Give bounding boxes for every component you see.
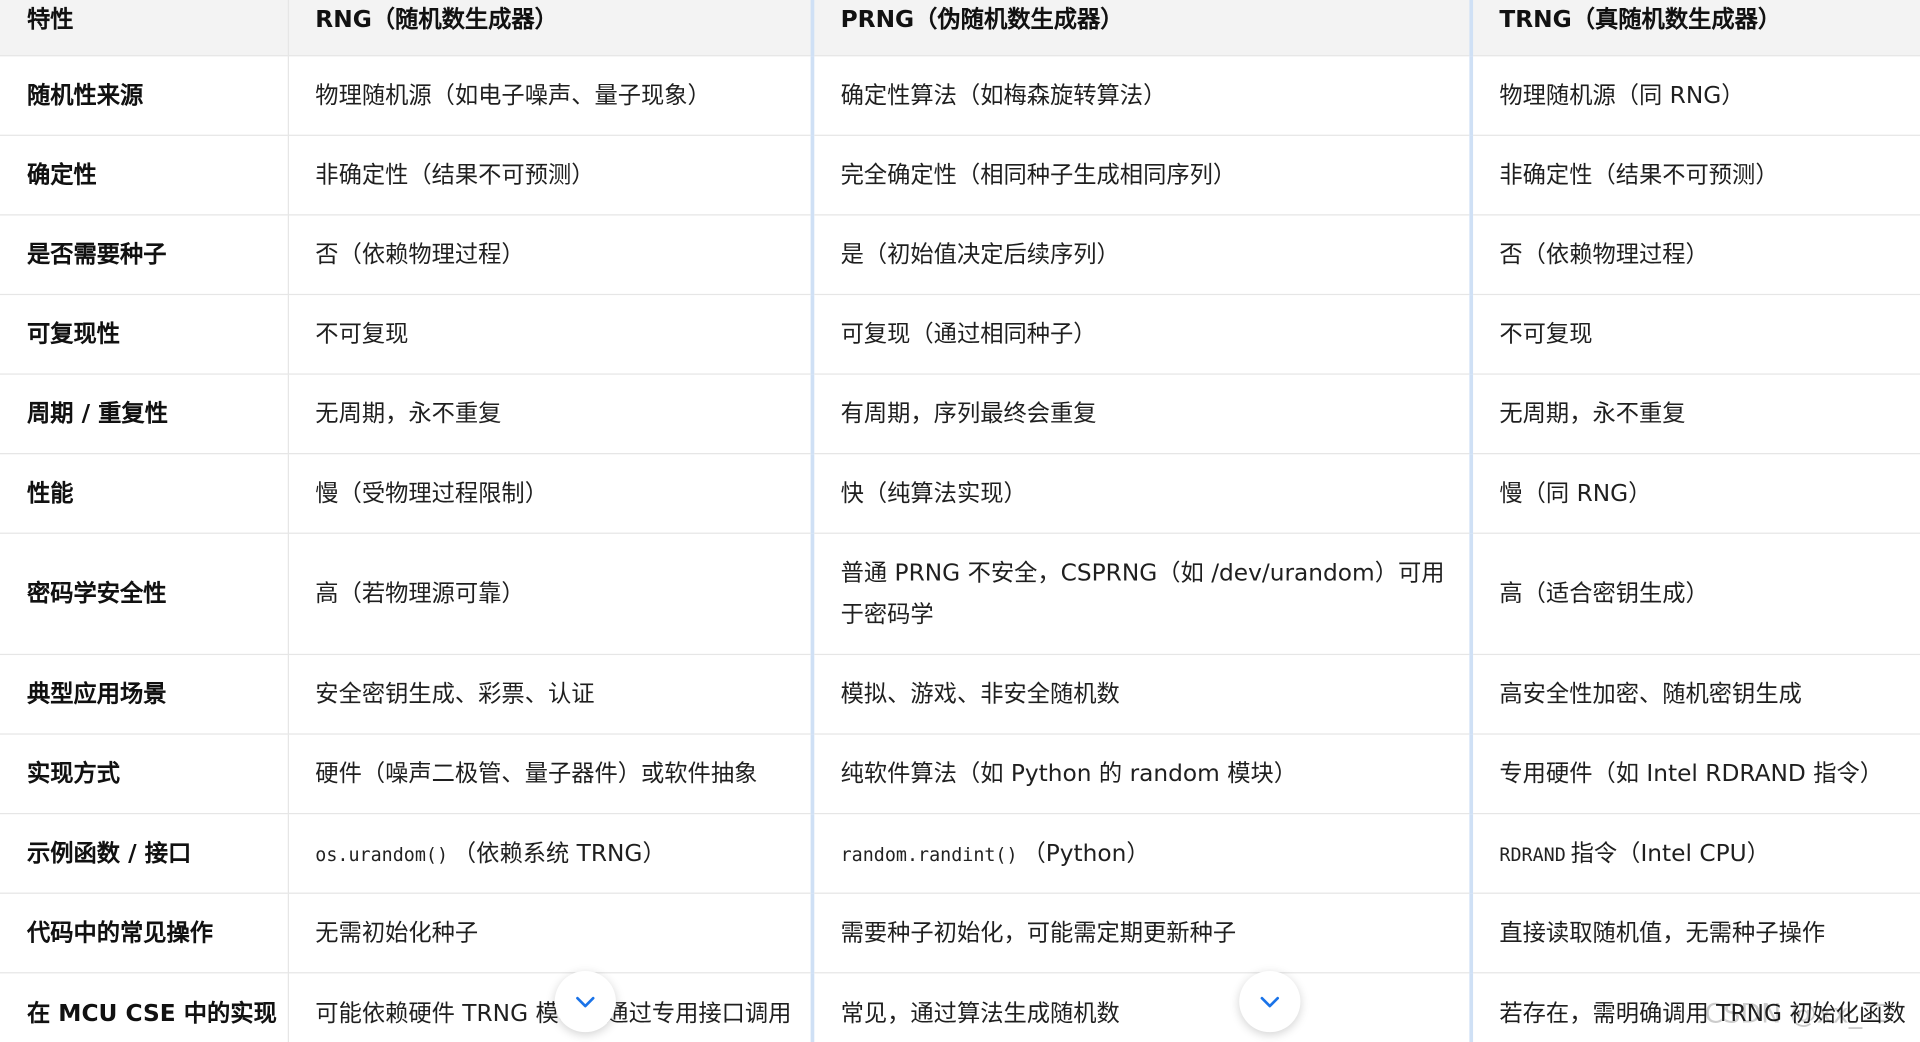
table-row: 是否需要种子 否（依赖物理过程） 是（初始值决定后续序列） 否（依赖物理过程）	[0, 214, 1920, 296]
row-trng: 直接读取随机值，无需种子操作	[1470, 893, 1920, 974]
row-rng: 硬件（噪声二极管、量子器件）或软件抽象	[287, 734, 814, 815]
trng-code: RDRAND	[1499, 842, 1566, 866]
table-row: 示例函数 / 接口 os.urandom() （依赖系统 TRNG） random…	[0, 813, 1920, 894]
table-row: 实现方式 硬件（噪声二极管、量子器件）或软件抽象 纯软件算法（如 Python …	[0, 734, 1920, 815]
scroll-down-button[interactable]	[1239, 970, 1301, 1033]
content-frame: 特性 RNG（随机数生成器） PRNG（伪随机数生成器） TRNG（真随机数生成…	[0, 0, 1920, 1042]
table-row: 确定性 非确定性（结果不可预测） 完全确定性（相同种子生成相同序列） 非确定性（…	[0, 135, 1920, 216]
row-trng: 慢（同 RNG）	[1470, 453, 1920, 534]
table-row: 周期 / 重复性 无周期，永不重复 有周期，序列最终会重复 无周期，永不重复	[0, 374, 1920, 455]
row-trng: 不可复现	[1470, 294, 1920, 375]
scroll-down-button[interactable]	[554, 970, 616, 1033]
row-trng: 专用硬件（如 Intel RDRAND 指令）	[1470, 734, 1920, 815]
row-prng: 常见，通过算法生成随机数	[811, 972, 1473, 1042]
table-row: 代码中的常见操作 无需初始化种子 需要种子初始化，可能需定期更新种子 直接读取随…	[0, 893, 1920, 974]
chevron-down-icon	[576, 996, 595, 1008]
rng-code: os.urandom()	[315, 842, 449, 866]
comparison-table: 特性 RNG（随机数生成器） PRNG（伪随机数生成器） TRNG（真随机数生成…	[0, 0, 1920, 1042]
row-trng: 非确定性（结果不可预测）	[1470, 135, 1920, 216]
row-rng: 安全密钥生成、彩票、认证	[287, 654, 814, 735]
row-trng: 高（适合密钥生成）	[1470, 533, 1920, 656]
row-prng: 是（初始值决定后续序列）	[811, 214, 1473, 296]
row-trng: 高安全性加密、随机密钥生成	[1470, 654, 1920, 735]
row-prng: 可复现（通过相同种子）	[811, 294, 1473, 375]
table-row: 随机性来源 物理随机源（如电子噪声、量子现象） 确定性算法（如梅森旋转算法） 物…	[0, 55, 1920, 136]
row-rng: 物理随机源（如电子噪声、量子现象）	[287, 55, 814, 136]
row-rng: 高（若物理源可靠）	[287, 533, 814, 656]
row-rng: os.urandom() （依赖系统 TRNG）	[287, 813, 814, 894]
row-prng: 有周期，序列最终会重复	[811, 374, 1473, 455]
row-feature: 周期 / 重复性	[0, 374, 289, 455]
row-prng: 快（纯算法实现）	[811, 453, 1473, 534]
row-prng: 模拟、游戏、非安全随机数	[811, 654, 1473, 735]
row-feature: 性能	[0, 453, 289, 534]
row-feature: 典型应用场景	[0, 654, 289, 735]
row-prng: 确定性算法（如梅森旋转算法）	[811, 55, 1473, 136]
row-feature: 在 MCU CSE 中的实现	[0, 972, 289, 1042]
table-row: 典型应用场景 安全密钥生成、彩票、认证 模拟、游戏、非安全随机数 高安全性加密、…	[0, 654, 1920, 735]
header-rng: RNG（随机数生成器）	[287, 0, 814, 57]
table-row: 可复现性 不可复现 可复现（通过相同种子） 不可复现	[0, 294, 1920, 375]
row-trng: 否（依赖物理过程）	[1470, 214, 1920, 296]
row-rng: 非确定性（结果不可预测）	[287, 135, 814, 216]
row-feature: 随机性来源	[0, 55, 289, 136]
header-feature: 特性	[0, 0, 289, 57]
row-rng: 否（依赖物理过程）	[287, 214, 814, 296]
table-row: 性能 慢（受物理过程限制） 快（纯算法实现） 慢（同 RNG）	[0, 453, 1920, 534]
row-rng: 无需初始化种子	[287, 893, 814, 974]
header-trng: TRNG（真随机数生成器）	[1470, 0, 1920, 57]
row-trng: RDRAND 指令（Intel CPU）	[1470, 813, 1920, 894]
row-rng: 可能依赖硬件 TRNG 模块，通过专用接口调用	[287, 972, 814, 1042]
row-feature: 示例函数 / 接口	[0, 813, 289, 894]
page-viewport: 特性 RNG（随机数生成器） PRNG（伪随机数生成器） TRNG（真随机数生成…	[0, 0, 1920, 1042]
row-rng: 慢（受物理过程限制）	[287, 453, 814, 534]
row-prng: 普通 PRNG 不安全，CSPRNG（如 /dev/urandom）可用于密码学	[811, 533, 1473, 656]
table-row: 在 MCU CSE 中的实现 可能依赖硬件 TRNG 模块，通过专用接口调用 常…	[0, 972, 1920, 1042]
row-prng: 纯软件算法（如 Python 的 random 模块）	[811, 734, 1473, 815]
row-prng: random.randint() （Python）	[811, 813, 1473, 894]
row-feature: 密码学安全性	[0, 533, 289, 656]
row-feature: 实现方式	[0, 734, 289, 815]
watermark: CSDN @xx_二	[1704, 999, 1890, 1030]
row-prng: 需要种子初始化，可能需定期更新种子	[811, 893, 1473, 974]
row-feature: 确定性	[0, 135, 289, 216]
table-row: 密码学安全性 高（若物理源可靠） 普通 PRNG 不安全，CSPRNG（如 /d…	[0, 533, 1920, 656]
prng-note: （Python）	[1022, 839, 1150, 867]
row-feature: 是否需要种子	[0, 214, 289, 296]
header-prng: PRNG（伪随机数生成器）	[811, 0, 1473, 57]
rng-note: （依赖系统 TRNG）	[452, 839, 666, 867]
row-rng: 无周期，永不重复	[287, 374, 814, 455]
row-trng: 物理随机源（同 RNG）	[1470, 55, 1920, 136]
row-rng: 不可复现	[287, 294, 814, 375]
table-header-row: 特性 RNG（随机数生成器） PRNG（伪随机数生成器） TRNG（真随机数生成…	[0, 0, 1920, 57]
row-trng: 无周期，永不重复	[1470, 374, 1920, 455]
row-prng: 完全确定性（相同种子生成相同序列）	[811, 135, 1473, 216]
prng-code: random.randint()	[840, 842, 1018, 866]
row-feature: 可复现性	[0, 294, 289, 375]
trng-note: 指令（Intel CPU）	[1570, 839, 1770, 867]
chevron-down-icon	[1260, 996, 1280, 1008]
row-feature: 代码中的常见操作	[0, 893, 289, 974]
